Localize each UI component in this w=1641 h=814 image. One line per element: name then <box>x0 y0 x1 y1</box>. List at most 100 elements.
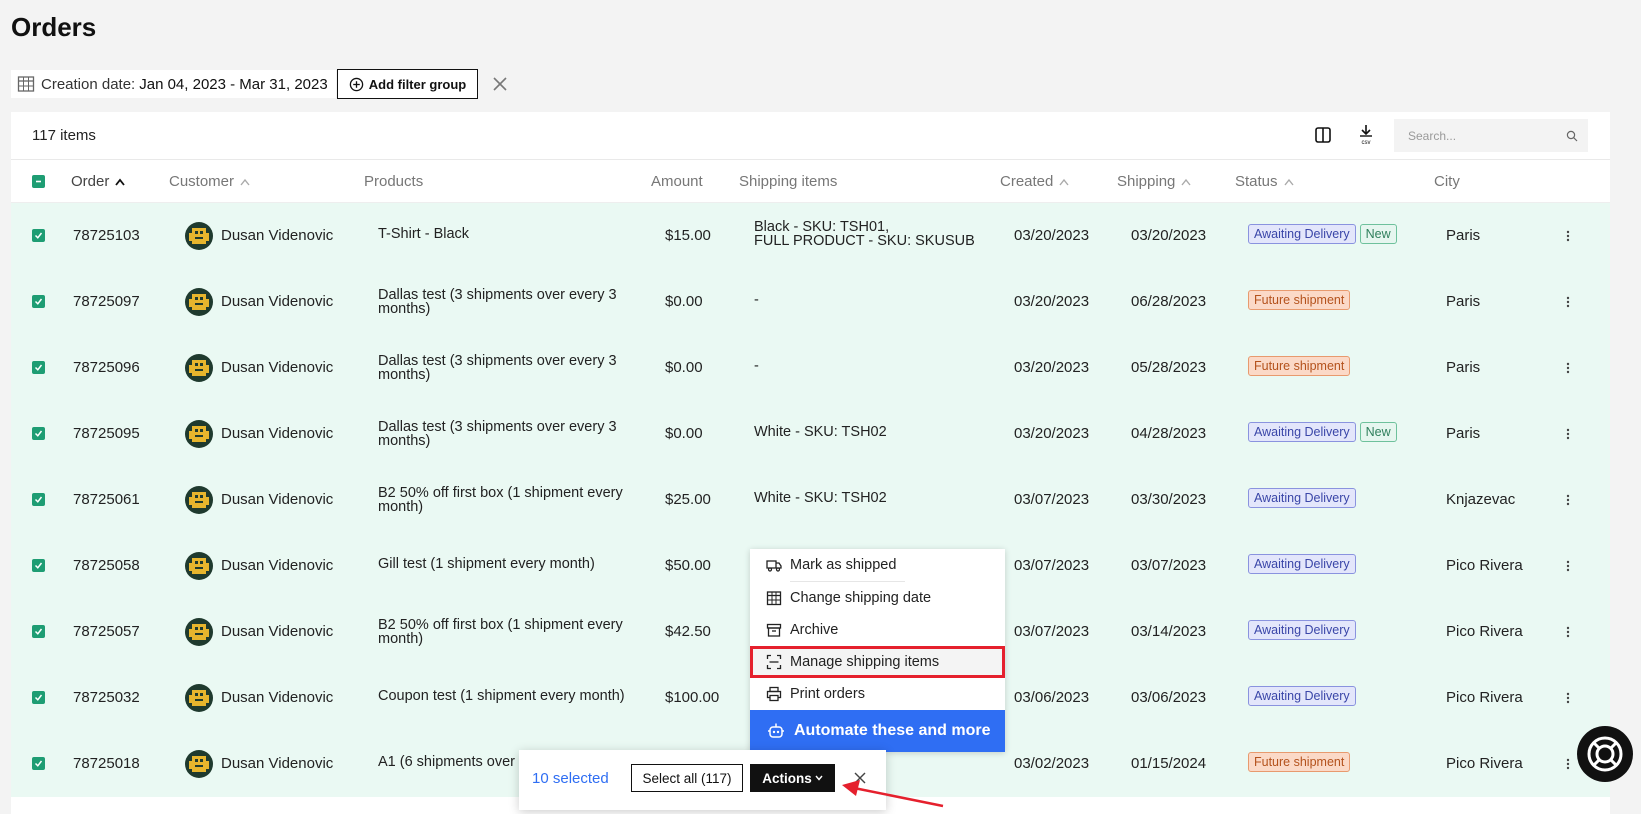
row-checkbox[interactable] <box>32 625 45 638</box>
col-status[interactable]: Status <box>1235 173 1294 190</box>
menu-item-label: Print orders <box>790 686 865 702</box>
customer-name[interactable]: Dusan Videnovic <box>221 293 333 310</box>
automate-label: Automate these and more <box>794 722 991 739</box>
more-options-icon[interactable] <box>1566 624 1570 640</box>
actions-button[interactable]: Actions <box>750 764 835 792</box>
row-checkbox[interactable] <box>32 493 45 506</box>
help-button[interactable] <box>1577 726 1633 782</box>
menu-item-label: Manage shipping items <box>790 654 940 670</box>
avatar <box>185 618 213 646</box>
created-date: 03/02/2023 <box>1014 755 1090 772</box>
customer-name[interactable]: Dusan Videnovic <box>221 689 333 706</box>
col-shipping-items: Shipping items <box>739 173 837 190</box>
add-filter-label: Add filter group <box>368 76 467 92</box>
city-cell: Paris <box>1446 359 1481 376</box>
menu-item-change-shipping-date[interactable]: Change shipping date <box>750 582 1005 614</box>
avatar <box>185 420 213 448</box>
menu-item-manage-shipping-items[interactable]: Manage shipping items <box>750 646 1005 678</box>
check-icon <box>34 430 43 437</box>
order-number[interactable]: 78725103 <box>73 227 140 244</box>
search-icon <box>1566 130 1578 141</box>
columns-icon[interactable] <box>1313 125 1333 145</box>
date-filter-chip[interactable]: Creation date: Jan 04, 2023 - Mar 31, 20… <box>11 70 336 98</box>
customer-name[interactable]: Dusan Videnovic <box>221 755 333 772</box>
menu-item-print-orders[interactable]: Print orders <box>750 678 1005 710</box>
check-icon <box>34 232 43 239</box>
city-cell: Pico Rivera <box>1446 623 1523 640</box>
table-row[interactable]: 78725061 Dusan Videnovic B2 50% off first … <box>11 467 1610 533</box>
customer-name[interactable]: Dusan Videnovic <box>221 227 333 244</box>
more-options-icon[interactable] <box>1566 294 1570 310</box>
table-row[interactable]: 78725096 Dusan Videnovic Dallas test (3 sh… <box>11 335 1610 401</box>
more-options-icon[interactable] <box>1566 756 1570 772</box>
amount-cell: $15.00 <box>665 227 711 244</box>
more-options-icon[interactable] <box>1566 228 1570 244</box>
csv-export-icon[interactable]: csv <box>1356 123 1376 147</box>
order-number[interactable]: 78725095 <box>73 425 140 442</box>
menu-item-mark-as-shipped[interactable]: Mark as shipped <box>750 549 1005 581</box>
search-box[interactable] <box>1394 119 1588 152</box>
more-options-icon[interactable] <box>1566 558 1570 574</box>
order-number[interactable]: 78725057 <box>73 623 140 640</box>
city-cell: Paris <box>1446 425 1481 442</box>
more-options-icon[interactable] <box>1566 492 1570 508</box>
menu-item-archive[interactable]: Archive <box>750 614 1005 646</box>
more-options-icon[interactable] <box>1566 426 1570 442</box>
row-checkbox[interactable] <box>32 295 45 308</box>
more-options-icon[interactable] <box>1566 360 1570 376</box>
created-date: 03/20/2023 <box>1014 227 1090 244</box>
row-checkbox[interactable] <box>32 559 45 572</box>
order-number[interactable]: 78725097 <box>73 293 140 310</box>
avatar <box>185 222 213 250</box>
check-icon <box>34 694 43 701</box>
amount-cell: $42.50 <box>665 623 711 640</box>
search-input[interactable] <box>1408 128 1566 143</box>
row-checkbox[interactable] <box>32 229 45 242</box>
row-checkbox[interactable] <box>32 757 45 770</box>
row-checkbox[interactable] <box>32 691 45 704</box>
select-all-button[interactable]: Select all (117) <box>631 764 743 792</box>
col-customer[interactable]: Customer <box>169 173 250 190</box>
order-number[interactable]: 78725018 <box>73 755 140 772</box>
table-row[interactable]: 78725103 Dusan Videnovic T-Shirt - Black $1… <box>11 203 1610 269</box>
status-cell: Awaiting Delivery New <box>1248 224 1397 244</box>
col-order[interactable]: Order <box>71 173 126 190</box>
calendar-icon <box>17 76 35 92</box>
amount-cell: $0.00 <box>665 359 703 376</box>
select-all-checkbox[interactable] <box>32 175 45 188</box>
check-icon <box>34 628 43 635</box>
col-shipping[interactable]: Shipping <box>1117 173 1191 190</box>
order-number[interactable]: 78725058 <box>73 557 140 574</box>
table-row[interactable]: 78725097 Dusan Videnovic Dallas test (3 sh… <box>11 269 1610 335</box>
more-options-icon[interactable] <box>1566 690 1570 706</box>
products-cell: Dallas test (3 shipments over every 3 mo… <box>378 419 617 449</box>
add-filter-group-button[interactable]: Add filter group <box>337 69 478 99</box>
customer-name[interactable]: Dusan Videnovic <box>221 359 333 376</box>
clear-filters-icon[interactable] <box>489 73 511 95</box>
truck-icon <box>766 560 782 572</box>
date-filter-label: Creation date: <box>41 75 136 93</box>
customer-name[interactable]: Dusan Videnovic <box>221 491 333 508</box>
indeterminate-icon <box>36 180 41 183</box>
order-number[interactable]: 78725032 <box>73 689 140 706</box>
products-cell: Dallas test (3 shipments over every 3 mo… <box>378 287 617 317</box>
selected-count: 10 selected <box>532 770 609 787</box>
order-number[interactable]: 78725061 <box>73 491 140 508</box>
col-created[interactable]: Created <box>1000 173 1069 190</box>
order-number[interactable]: 78725096 <box>73 359 140 376</box>
automate-button[interactable]: Automate these and more <box>750 710 1005 752</box>
status-cell: Awaiting Delivery <box>1248 554 1356 574</box>
table-row[interactable]: 78725095 Dusan Videnovic Dallas test (3 sh… <box>11 401 1610 467</box>
status-cell: Awaiting Delivery <box>1248 620 1356 640</box>
row-checkbox[interactable] <box>32 427 45 440</box>
avatar <box>185 552 213 580</box>
customer-name[interactable]: Dusan Videnovic <box>221 557 333 574</box>
shipping-items-cell: White - SKU: TSH02 <box>754 424 887 440</box>
new-badge: New <box>1359 422 1397 442</box>
row-checkbox[interactable] <box>32 361 45 374</box>
customer-name[interactable]: Dusan Videnovic <box>221 425 333 442</box>
new-badge: New <box>1359 224 1397 244</box>
customer-name[interactable]: Dusan Videnovic <box>221 623 333 640</box>
date-filter-value: Jan 04, 2023 - Mar 31, 2023 <box>139 75 328 93</box>
status-badge: Awaiting Delivery <box>1248 554 1356 574</box>
